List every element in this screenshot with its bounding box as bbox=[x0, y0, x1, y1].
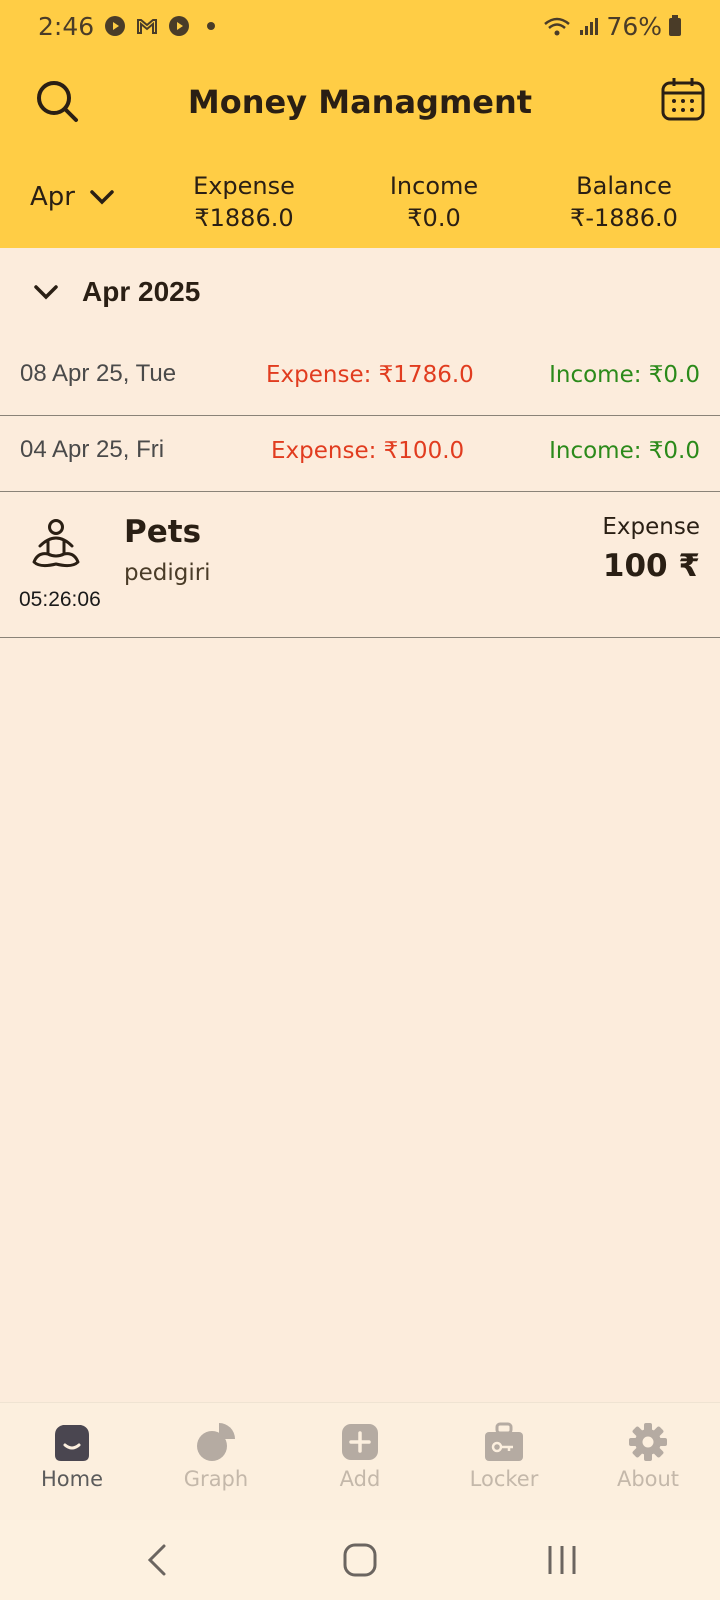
youtube-icon bbox=[105, 16, 126, 36]
day-expense: Expense: ₹100.0 bbox=[271, 438, 465, 464]
home-button-icon[interactable] bbox=[340, 1540, 380, 1580]
summary-income-value: ₹0.0 bbox=[407, 204, 461, 232]
day-income: Income: ₹0.0 bbox=[549, 438, 700, 464]
nav-about[interactable]: About bbox=[588, 1421, 708, 1491]
summary-balance-value: ₹-1886.0 bbox=[570, 204, 678, 232]
chevron-down-icon bbox=[90, 190, 114, 205]
app-bar: Money Managment bbox=[0, 52, 720, 152]
month-group-header[interactable]: Apr 2025 bbox=[0, 250, 720, 340]
calendar-icon[interactable] bbox=[660, 76, 706, 122]
gear-icon bbox=[629, 1423, 667, 1461]
nav-home-label: Home bbox=[40, 1467, 103, 1491]
day-date: 04 Apr 25, Fri bbox=[20, 436, 165, 463]
day-row[interactable]: 08 Apr 25, Tue Expense: ₹1786.0 Income: … bbox=[0, 340, 720, 416]
status-bar: 2:46 76% bbox=[0, 0, 720, 52]
month-label: Apr bbox=[30, 182, 75, 212]
summary-income: Income ₹0.0 bbox=[344, 170, 524, 234]
nav-add-label: Add bbox=[339, 1467, 381, 1491]
month-group-label: Apr 2025 bbox=[82, 276, 201, 307]
locker-icon bbox=[485, 1422, 523, 1461]
summary-expense-label: Expense bbox=[193, 172, 295, 200]
transaction-item[interactable]: 05:26:06 Pets pedigiri Expense 100 ₹ bbox=[0, 492, 720, 638]
meditation-icon bbox=[32, 519, 80, 568]
month-selector[interactable]: Apr bbox=[30, 182, 115, 212]
wifi-icon bbox=[544, 17, 571, 36]
day-expense: Expense: ₹1786.0 bbox=[266, 362, 474, 388]
recents-icon[interactable] bbox=[542, 1540, 582, 1580]
dot-icon bbox=[207, 22, 216, 30]
day-date: 08 Apr 25, Tue bbox=[20, 360, 177, 387]
home-icon bbox=[55, 1425, 89, 1461]
transaction-time: 05:26:06 bbox=[19, 588, 101, 611]
back-icon[interactable] bbox=[138, 1540, 178, 1580]
nav-add[interactable]: Add bbox=[300, 1421, 420, 1491]
signal-icon bbox=[580, 18, 599, 35]
chevron-down-icon bbox=[34, 285, 58, 300]
system-nav-bar bbox=[0, 1520, 720, 1600]
battery-icon bbox=[669, 15, 681, 36]
summary-income-label: Income bbox=[389, 172, 479, 200]
day-row[interactable]: 04 Apr 25, Fri Expense: ₹100.0 Income: ₹… bbox=[0, 416, 720, 492]
summary-balance-label: Balance bbox=[576, 172, 672, 200]
gmail-icon bbox=[137, 19, 158, 34]
bottom-nav: Home Graph Add Locker About bbox=[0, 1402, 720, 1520]
summary-bar: Apr Expense ₹1886.0 Income ₹0.0 Balance … bbox=[0, 152, 720, 248]
youtube-icon bbox=[169, 16, 190, 36]
summary-expense-value: ₹1886.0 bbox=[194, 204, 294, 232]
nav-locker-label: Locker bbox=[469, 1467, 539, 1491]
summary-balance: Balance ₹-1886.0 bbox=[534, 170, 714, 234]
summary-expense: Expense ₹1886.0 bbox=[154, 170, 334, 234]
page-title: Money Managment bbox=[187, 83, 533, 121]
nav-graph[interactable]: Graph bbox=[156, 1421, 276, 1491]
nav-about-label: About bbox=[616, 1467, 680, 1491]
transaction-category: Pets bbox=[124, 514, 202, 550]
transaction-type: Expense bbox=[602, 514, 700, 540]
pie-chart-icon bbox=[197, 1423, 235, 1461]
transaction-amount: 100 ₹ bbox=[602, 548, 700, 584]
day-income: Income: ₹0.0 bbox=[549, 362, 700, 388]
status-time: 2:46 bbox=[38, 11, 95, 41]
nav-graph-label: Graph bbox=[183, 1467, 249, 1491]
battery-percent: 76% bbox=[606, 11, 662, 41]
add-icon bbox=[342, 1424, 378, 1460]
nav-home[interactable]: Home bbox=[12, 1421, 132, 1491]
transaction-note: pedigiri bbox=[124, 560, 211, 586]
search-icon[interactable] bbox=[34, 78, 80, 124]
nav-locker[interactable]: Locker bbox=[444, 1421, 564, 1491]
